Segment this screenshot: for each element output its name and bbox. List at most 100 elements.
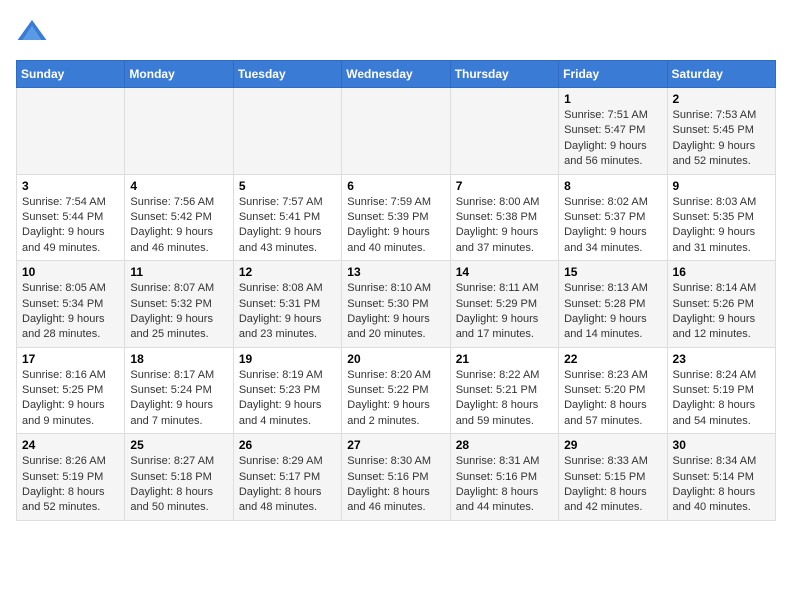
calendar-week-0: 1Sunrise: 7:51 AM Sunset: 5:47 PM Daylig… bbox=[17, 88, 776, 175]
calendar-day: 5 Sunrise: 7:57 AM Sunset: 5:41 PM Daylig… bbox=[233, 174, 341, 261]
day-info: Sunrise: 7:57 AM Sunset: 5:41 PM Dayligh… bbox=[239, 195, 336, 257]
calendar-day: 11 Sunrise: 8:07 AM Sunset: 5:32 PM Dayli… bbox=[125, 261, 233, 348]
day-info: Sunrise: 8:16 AM Sunset: 5:25 PM Dayligh… bbox=[22, 368, 119, 430]
calendar-header: SundayMondayTuesdayWednesdayThursdayFrid… bbox=[17, 61, 776, 88]
day-number: 17 bbox=[22, 352, 119, 366]
day-number: 24 bbox=[22, 438, 119, 452]
day-info: Sunrise: 8:29 AM Sunset: 5:17 PM Dayligh… bbox=[239, 454, 336, 516]
day-info: Sunrise: 8:02 AM Sunset: 5:37 PM Dayligh… bbox=[564, 195, 661, 257]
calendar-day: 24 Sunrise: 8:26 AM Sunset: 5:19 PM Dayli… bbox=[17, 434, 125, 521]
calendar-day: 4 Sunrise: 7:56 AM Sunset: 5:42 PM Daylig… bbox=[125, 174, 233, 261]
calendar-day bbox=[450, 88, 558, 175]
day-number: 19 bbox=[239, 352, 336, 366]
day-number: 7 bbox=[456, 179, 553, 193]
day-header-thursday: Thursday bbox=[450, 61, 558, 88]
day-number: 27 bbox=[347, 438, 444, 452]
day-info: Sunrise: 8:26 AM Sunset: 5:19 PM Dayligh… bbox=[22, 454, 119, 516]
calendar-day: 21 Sunrise: 8:22 AM Sunset: 5:21 PM Dayli… bbox=[450, 347, 558, 434]
day-number: 11 bbox=[130, 265, 227, 279]
day-number: 29 bbox=[564, 438, 661, 452]
calendar-day bbox=[17, 88, 125, 175]
day-info: Sunrise: 8:07 AM Sunset: 5:32 PM Dayligh… bbox=[130, 281, 227, 343]
day-info: Sunrise: 8:31 AM Sunset: 5:16 PM Dayligh… bbox=[456, 454, 553, 516]
day-info: Sunrise: 7:51 AM Sunset: 5:47 PM Dayligh… bbox=[564, 108, 661, 170]
calendar-day: 23Sunrise: 8:24 AM Sunset: 5:19 PM Dayli… bbox=[667, 347, 775, 434]
day-info: Sunrise: 8:33 AM Sunset: 5:15 PM Dayligh… bbox=[564, 454, 661, 516]
day-number: 5 bbox=[239, 179, 336, 193]
calendar-day bbox=[125, 88, 233, 175]
day-info: Sunrise: 8:20 AM Sunset: 5:22 PM Dayligh… bbox=[347, 368, 444, 430]
calendar-day: 28 Sunrise: 8:31 AM Sunset: 5:16 PM Dayli… bbox=[450, 434, 558, 521]
calendar-body: 1Sunrise: 7:51 AM Sunset: 5:47 PM Daylig… bbox=[17, 88, 776, 521]
day-info: Sunrise: 8:08 AM Sunset: 5:31 PM Dayligh… bbox=[239, 281, 336, 343]
day-number: 14 bbox=[456, 265, 553, 279]
day-info: Sunrise: 7:56 AM Sunset: 5:42 PM Dayligh… bbox=[130, 195, 227, 257]
calendar-week-4: 24 Sunrise: 8:26 AM Sunset: 5:19 PM Dayli… bbox=[17, 434, 776, 521]
calendar-day: 9 Sunrise: 8:03 AM Sunset: 5:35 PM Daylig… bbox=[667, 174, 775, 261]
page-header bbox=[16, 16, 776, 48]
day-info: Sunrise: 8:24 AM Sunset: 5:19 PM Dayligh… bbox=[673, 368, 770, 430]
day-number: 25 bbox=[130, 438, 227, 452]
calendar-day: 15 Sunrise: 8:13 AM Sunset: 5:28 PM Dayli… bbox=[559, 261, 667, 348]
calendar-day: 18 Sunrise: 8:17 AM Sunset: 5:24 PM Dayli… bbox=[125, 347, 233, 434]
day-number: 22 bbox=[564, 352, 661, 366]
day-info: Sunrise: 8:13 AM Sunset: 5:28 PM Dayligh… bbox=[564, 281, 661, 343]
day-number: 26 bbox=[239, 438, 336, 452]
day-number: 30 bbox=[673, 438, 770, 452]
day-info: Sunrise: 8:17 AM Sunset: 5:24 PM Dayligh… bbox=[130, 368, 227, 430]
day-info: Sunrise: 8:30 AM Sunset: 5:16 PM Dayligh… bbox=[347, 454, 444, 516]
day-number: 3 bbox=[22, 179, 119, 193]
day-number: 18 bbox=[130, 352, 227, 366]
day-number: 10 bbox=[22, 265, 119, 279]
day-number: 15 bbox=[564, 265, 661, 279]
calendar-day: 27 Sunrise: 8:30 AM Sunset: 5:16 PM Dayli… bbox=[342, 434, 450, 521]
day-header-saturday: Saturday bbox=[667, 61, 775, 88]
logo-icon bbox=[16, 16, 48, 48]
calendar-day bbox=[233, 88, 341, 175]
day-number: 16 bbox=[673, 265, 770, 279]
day-number: 9 bbox=[673, 179, 770, 193]
day-info: Sunrise: 8:03 AM Sunset: 5:35 PM Dayligh… bbox=[673, 195, 770, 257]
calendar-day: 10 Sunrise: 8:05 AM Sunset: 5:34 PM Dayli… bbox=[17, 261, 125, 348]
calendar-day: 12 Sunrise: 8:08 AM Sunset: 5:31 PM Dayli… bbox=[233, 261, 341, 348]
day-info: Sunrise: 8:22 AM Sunset: 5:21 PM Dayligh… bbox=[456, 368, 553, 430]
calendar-day: 2Sunrise: 7:53 AM Sunset: 5:45 PM Daylig… bbox=[667, 88, 775, 175]
day-number: 21 bbox=[456, 352, 553, 366]
day-header-sunday: Sunday bbox=[17, 61, 125, 88]
day-header-tuesday: Tuesday bbox=[233, 61, 341, 88]
day-header-monday: Monday bbox=[125, 61, 233, 88]
day-info: Sunrise: 8:10 AM Sunset: 5:30 PM Dayligh… bbox=[347, 281, 444, 343]
day-info: Sunrise: 7:54 AM Sunset: 5:44 PM Dayligh… bbox=[22, 195, 119, 257]
calendar-day: 1Sunrise: 7:51 AM Sunset: 5:47 PM Daylig… bbox=[559, 88, 667, 175]
day-number: 2 bbox=[673, 92, 770, 106]
calendar-day: 16 Sunrise: 8:14 AM Sunset: 5:26 PM Dayli… bbox=[667, 261, 775, 348]
day-info: Sunrise: 8:11 AM Sunset: 5:29 PM Dayligh… bbox=[456, 281, 553, 343]
calendar-day: 19 Sunrise: 8:19 AM Sunset: 5:23 PM Dayli… bbox=[233, 347, 341, 434]
day-info: Sunrise: 8:23 AM Sunset: 5:20 PM Dayligh… bbox=[564, 368, 661, 430]
calendar-day: 30 Sunrise: 8:34 AM Sunset: 5:14 PM Dayli… bbox=[667, 434, 775, 521]
day-info: Sunrise: 7:59 AM Sunset: 5:39 PM Dayligh… bbox=[347, 195, 444, 257]
day-number: 20 bbox=[347, 352, 444, 366]
calendar-day: 13Sunrise: 8:10 AM Sunset: 5:30 PM Dayli… bbox=[342, 261, 450, 348]
calendar-day: 14 Sunrise: 8:11 AM Sunset: 5:29 PM Dayli… bbox=[450, 261, 558, 348]
day-info: Sunrise: 8:14 AM Sunset: 5:26 PM Dayligh… bbox=[673, 281, 770, 343]
logo bbox=[16, 16, 52, 48]
day-info: Sunrise: 8:27 AM Sunset: 5:18 PM Dayligh… bbox=[130, 454, 227, 516]
calendar-day: 17 Sunrise: 8:16 AM Sunset: 5:25 PM Dayli… bbox=[17, 347, 125, 434]
day-info: Sunrise: 8:34 AM Sunset: 5:14 PM Dayligh… bbox=[673, 454, 770, 516]
calendar-day: 25 Sunrise: 8:27 AM Sunset: 5:18 PM Dayli… bbox=[125, 434, 233, 521]
day-header-wednesday: Wednesday bbox=[342, 61, 450, 88]
day-info: Sunrise: 8:19 AM Sunset: 5:23 PM Dayligh… bbox=[239, 368, 336, 430]
day-number: 12 bbox=[239, 265, 336, 279]
day-info: Sunrise: 8:00 AM Sunset: 5:38 PM Dayligh… bbox=[456, 195, 553, 257]
calendar-week-3: 17 Sunrise: 8:16 AM Sunset: 5:25 PM Dayli… bbox=[17, 347, 776, 434]
day-info: Sunrise: 8:05 AM Sunset: 5:34 PM Dayligh… bbox=[22, 281, 119, 343]
day-number: 4 bbox=[130, 179, 227, 193]
calendar-day: 22 Sunrise: 8:23 AM Sunset: 5:20 PM Dayli… bbox=[559, 347, 667, 434]
calendar-day: 6 Sunrise: 7:59 AM Sunset: 5:39 PM Daylig… bbox=[342, 174, 450, 261]
calendar-day: 7 Sunrise: 8:00 AM Sunset: 5:38 PM Daylig… bbox=[450, 174, 558, 261]
day-number: 6 bbox=[347, 179, 444, 193]
calendar-day: 8 Sunrise: 8:02 AM Sunset: 5:37 PM Daylig… bbox=[559, 174, 667, 261]
day-number: 8 bbox=[564, 179, 661, 193]
day-number: 28 bbox=[456, 438, 553, 452]
